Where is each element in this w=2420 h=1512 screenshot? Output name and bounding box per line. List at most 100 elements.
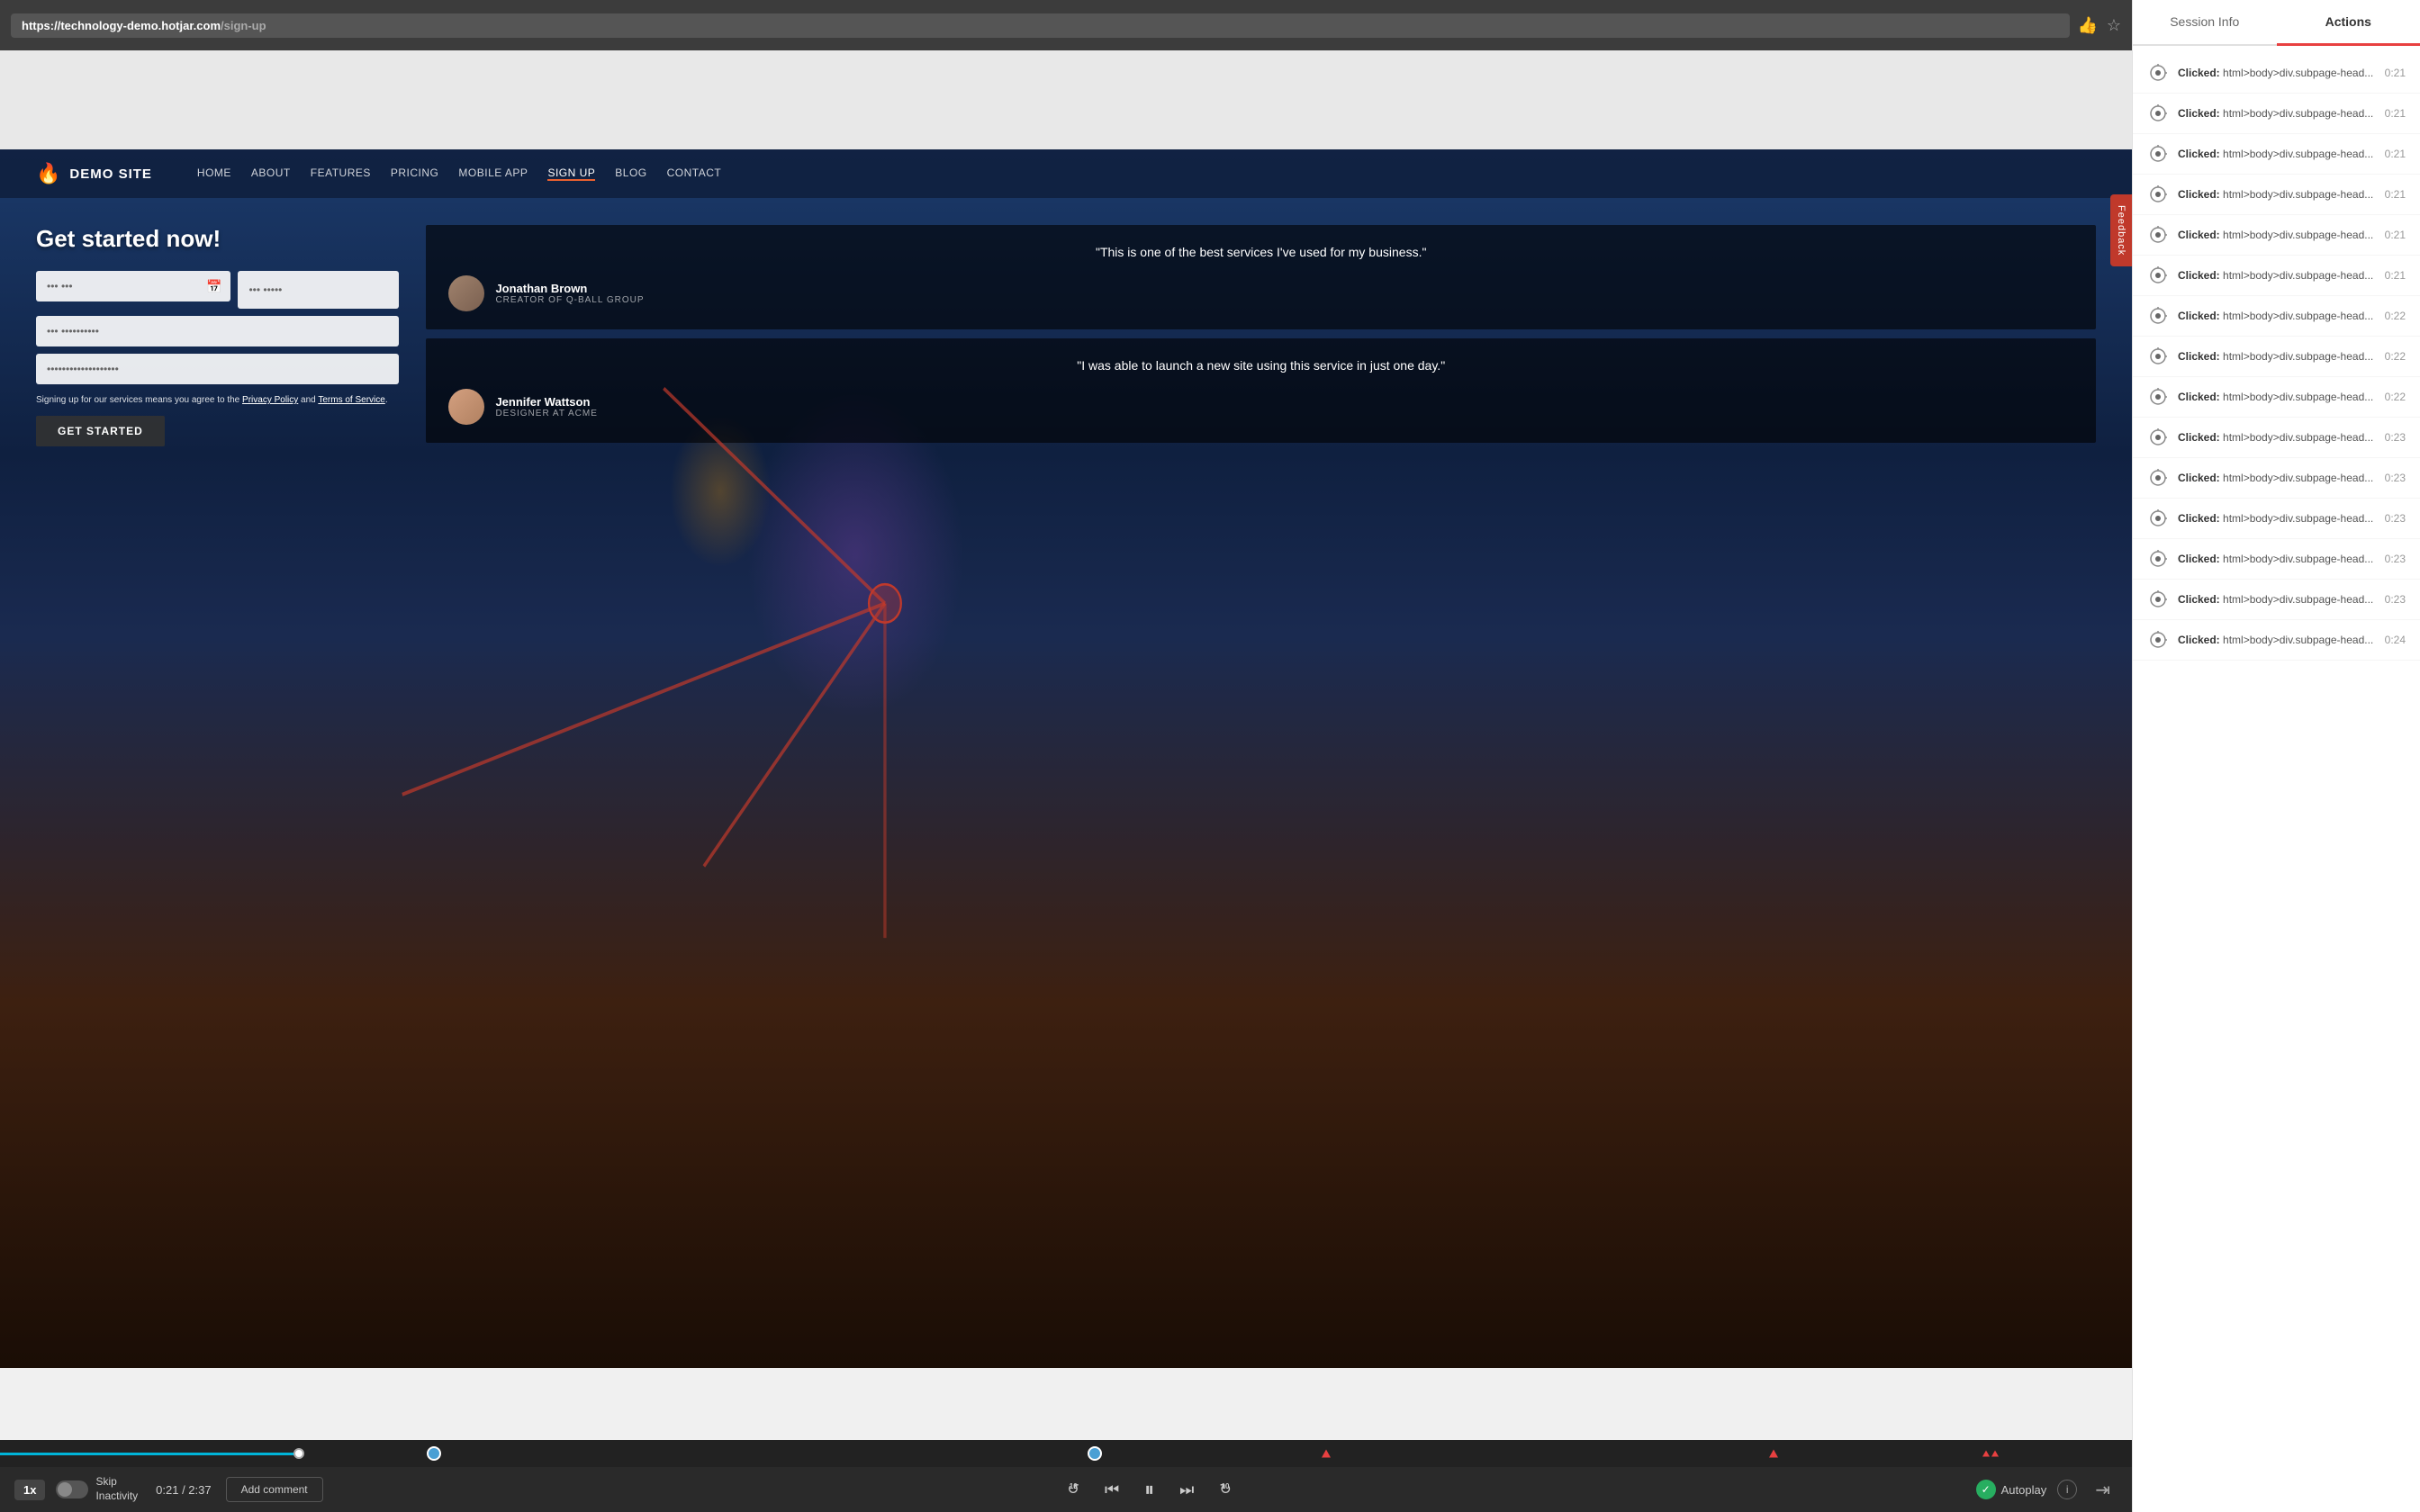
first-name-input[interactable] <box>36 271 197 302</box>
action-item[interactable]: Clicked: html>body>div.subpage-head... 0… <box>2133 418 2420 458</box>
action-item[interactable]: Clicked: html>body>div.subpage-head... 0… <box>2133 499 2420 539</box>
action-time: 0:21 <box>2385 269 2406 282</box>
action-item[interactable]: Clicked: html>body>div.subpage-head... 0… <box>2133 337 2420 377</box>
last-name-input[interactable] <box>238 271 399 309</box>
skip-back-10-button[interactable]: ↺ 10 <box>1061 1477 1087 1502</box>
action-time: 0:21 <box>2385 188 2406 201</box>
nav-link-home[interactable]: HOME <box>197 166 231 181</box>
action-description: Clicked: html>body>div.subpage-head... <box>2178 269 2376 282</box>
testimonial-info-1: Jonathan Brown CREATOR OF Q-BALL GROUP <box>495 282 644 305</box>
toggle-knob <box>58 1482 72 1497</box>
user-marker-1 <box>427 1446 441 1461</box>
actions-tab[interactable]: Actions <box>2277 0 2420 46</box>
pause-button[interactable]: ⏸ <box>1137 1474 1161 1505</box>
skip-forward-label: 10 <box>1222 1482 1230 1490</box>
url-bar[interactable]: https://technology-demo.hotjar.com/sign-… <box>11 14 2070 38</box>
action-click-icon <box>2147 265 2169 286</box>
nav-link-signup[interactable]: SIGN UP <box>547 166 595 181</box>
nav-link-features[interactable]: FEATURES <box>311 166 371 181</box>
avatar-image-1 <box>448 275 484 311</box>
nav-link-pricing[interactable]: PRICING <box>391 166 439 181</box>
avatar-image-2 <box>448 389 484 425</box>
action-time: 0:22 <box>2385 310 2406 322</box>
add-comment-button[interactable]: Add comment <box>226 1477 323 1502</box>
testimonial-card-1: "This is one of the best services I've u… <box>426 225 2096 329</box>
nav-link-about[interactable]: ABOUT <box>251 166 291 181</box>
next-session-button[interactable]: ⏭ <box>1172 1477 1201 1503</box>
action-item[interactable]: Clicked: html>body>div.subpage-head... 0… <box>2133 256 2420 296</box>
thumbs-up-icon[interactable]: 👍 <box>2077 16 2097 35</box>
action-description: Clicked: html>body>div.subpage-head... <box>2178 229 2376 241</box>
timeline-marker-2 <box>1088 1446 1102 1461</box>
skip-inactivity-toggle: SkipInactivity <box>56 1475 138 1503</box>
skip-back-label: 10 <box>1070 1482 1078 1490</box>
feedback-tab[interactable]: Feedback <box>2110 194 2132 266</box>
terms-of-service-link[interactable]: Terms of Service <box>318 395 384 405</box>
testimonial-role-2: DESIGNER AT ACME <box>495 409 597 418</box>
action-time: 0:23 <box>2385 553 2406 565</box>
action-description: Clicked: html>body>div.subpage-head... <box>2178 188 2376 201</box>
action-description: Clicked: html>body>div.subpage-head... <box>2178 593 2376 606</box>
skip-toggle-switch[interactable] <box>56 1480 88 1498</box>
site-logo: 🔥 DEMO SITE <box>36 162 152 185</box>
previous-session-button[interactable]: ⏮ <box>1097 1477 1126 1503</box>
speed-button[interactable]: 1x <box>14 1480 45 1500</box>
user-marker-2 <box>1088 1446 1102 1461</box>
action-time: 0:23 <box>2385 512 2406 525</box>
action-click-icon <box>2147 346 2169 367</box>
testimonial-person-1: Jonathan Brown CREATOR OF Q-BALL GROUP <box>448 275 2073 311</box>
browser-panel: https://technology-demo.hotjar.com/sign-… <box>0 0 2132 1512</box>
site-nav: 🔥 DEMO SITE HOME ABOUT FEATURES PRICING … <box>0 149 2132 198</box>
privacy-policy-link[interactable]: Privacy Policy <box>242 395 298 405</box>
email-input[interactable] <box>36 316 399 346</box>
action-time: 0:21 <box>2385 229 2406 241</box>
action-time: 0:22 <box>2385 391 2406 403</box>
action-item[interactable]: Clicked: html>body>div.subpage-head... 0… <box>2133 53 2420 94</box>
nav-link-blog[interactable]: BLOG <box>615 166 646 181</box>
action-click-icon <box>2147 224 2169 246</box>
action-description: Clicked: html>body>div.subpage-head... <box>2178 553 2376 565</box>
action-time: 0:21 <box>2385 148 2406 160</box>
action-item[interactable]: Clicked: html>body>div.subpage-head... 0… <box>2133 296 2420 337</box>
hero-body: Get started now! 📅 <box>0 198 2132 1368</box>
actions-panel: Session Info Actions Clicked: html>body>… <box>2132 0 2420 1512</box>
action-item[interactable]: Clicked: html>body>div.subpage-head... 0… <box>2133 215 2420 256</box>
calendar-icon: 📅 <box>197 279 230 294</box>
action-item[interactable]: Clicked: html>body>div.subpage-head... 0… <box>2133 377 2420 418</box>
autoplay-label: Autoplay <box>2001 1483 2047 1497</box>
info-button[interactable]: i <box>2057 1480 2077 1499</box>
panel-tabs: Session Info Actions <box>2133 0 2420 46</box>
browser-chrome: https://technology-demo.hotjar.com/sign-… <box>0 0 2132 50</box>
action-item[interactable]: Clicked: html>body>div.subpage-head... 0… <box>2133 620 2420 661</box>
password-input[interactable] <box>36 354 399 384</box>
nav-link-contact[interactable]: CONTACT <box>667 166 722 181</box>
nav-link-mobile-app[interactable]: MOBILE APP <box>458 166 528 181</box>
skip-forward-10-button[interactable]: ↻ 10 <box>1212 1477 1238 1502</box>
logo-text: DEMO SITE <box>69 166 152 182</box>
timeline-marker-1 <box>427 1446 441 1461</box>
prev-icon: ⏮ <box>1105 1480 1119 1498</box>
star-icon[interactable]: ☆ <box>2107 16 2121 35</box>
action-item[interactable]: Clicked: html>body>div.subpage-head... 0… <box>2133 94 2420 134</box>
action-click-icon <box>2147 548 2169 570</box>
action-item[interactable]: Clicked: html>body>div.subpage-head... 0… <box>2133 539 2420 580</box>
timeline-track[interactable] <box>0 1440 2132 1467</box>
action-item[interactable]: Clicked: html>body>div.subpage-head... 0… <box>2133 175 2420 215</box>
action-time: 0:22 <box>2385 350 2406 363</box>
action-item[interactable]: Clicked: html>body>div.subpage-head... 0… <box>2133 458 2420 499</box>
action-click-icon <box>2147 184 2169 205</box>
skip-inactivity-label: SkipInactivity <box>95 1475 138 1503</box>
get-started-button[interactable]: GET STARTED <box>36 416 165 446</box>
testimonial-avatar-1 <box>448 275 484 311</box>
timeline-marker-error-2 <box>1769 1450 1778 1458</box>
action-click-icon <box>2147 589 2169 610</box>
autoplay-button[interactable]: ✓ Autoplay <box>1976 1480 2047 1499</box>
testimonial-card-2: "I was able to launch a new site using t… <box>426 338 2096 443</box>
action-description: Clicked: html>body>div.subpage-head... <box>2178 67 2376 79</box>
timeline-markers <box>0 1440 2132 1467</box>
action-click-icon <box>2147 143 2169 165</box>
action-item[interactable]: Clicked: html>body>div.subpage-head... 0… <box>2133 580 2420 620</box>
exit-button[interactable]: ⇥ <box>2088 1475 2118 1505</box>
session-info-tab[interactable]: Session Info <box>2133 0 2277 46</box>
action-item[interactable]: Clicked: html>body>div.subpage-head... 0… <box>2133 134 2420 175</box>
